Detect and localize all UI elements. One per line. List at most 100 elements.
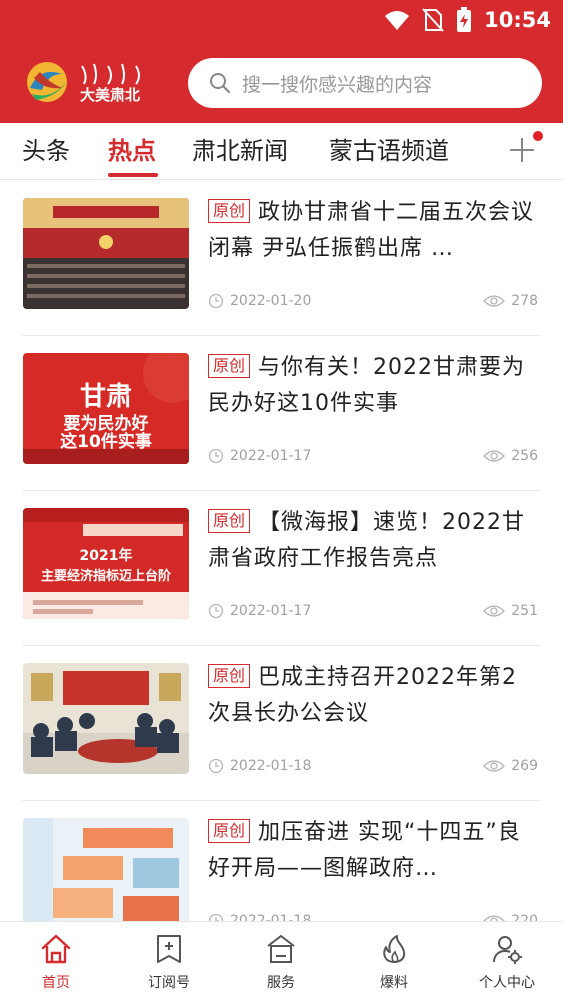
- list-item[interactable]: 甘肃 要为民办好 这10件实事 原创 与你有关！2022甘肃要为民办好这10件实事…: [22, 336, 541, 491]
- search-placeholder: 搜一搜你感兴趣的内容: [242, 73, 433, 96]
- article-date-text: 2022-01-20: [230, 293, 312, 309]
- original-badge: 原创: [208, 509, 251, 533]
- svg-text:大美肃北: 大美肃北: [80, 86, 140, 104]
- channel-tabs: 头条 热点 肃北新闻 蒙古语频道: [0, 123, 563, 180]
- no-sim-icon: [422, 8, 444, 32]
- article-date-text: 2022-01-17: [230, 603, 312, 619]
- article-thumbnail: 甘肃 要为民办好 这10件实事: [23, 353, 189, 464]
- new-indicator-dot: [533, 131, 543, 141]
- search-input[interactable]: 搜一搜你感兴趣的内容: [188, 58, 542, 108]
- article-list[interactable]: 原创 政协甘肃省十二届五次会议闭幕 尹弘任振鹤出席 … 2022-01-20 27…: [0, 181, 563, 921]
- article-meta: 2022-01-18 220: [208, 913, 538, 921]
- article-views-count: 269: [511, 758, 538, 774]
- article-views: 256: [483, 448, 538, 464]
- eye-icon: [483, 450, 506, 462]
- nav-report[interactable]: 爆料: [339, 930, 449, 996]
- svg-text:这10件实事: 这10件实事: [60, 431, 152, 452]
- article-views: 278: [483, 293, 538, 309]
- article-title-text: 【微海报】速览！2022甘肃省政府工作报告亮点: [208, 510, 526, 571]
- app-header: 10:54 大美肃北 搜一搜你感兴趣的内容: [0, 0, 563, 123]
- article-title-text: 加压奋进 实现“十四五”良好开局——图解政府…: [208, 820, 521, 881]
- article-title[interactable]: 原创 巴成主持召开2022年第2次县长办公会议: [208, 660, 538, 732]
- eye-icon: [483, 605, 506, 617]
- article-date: 2022-01-17: [208, 603, 311, 619]
- battery-charging-icon: [457, 7, 472, 32]
- list-item[interactable]: 原创 加压奋进 实现“十四五”良好开局——图解政府… 2022-01-18 220: [22, 801, 541, 921]
- nav-service-label: 服务: [267, 975, 295, 991]
- tab-subei-news[interactable]: 肃北新闻: [192, 133, 288, 171]
- list-item[interactable]: 原创 巴成主持召开2022年第2次县长办公会议 2022-01-18 269: [22, 646, 541, 801]
- eye-icon: [483, 295, 506, 307]
- article-date-text: 2022-01-17: [230, 448, 312, 464]
- search-icon: [210, 73, 231, 94]
- article-title-text: 巴成主持召开2022年第2次县长办公会议: [208, 665, 518, 726]
- article-title-text: 政协甘肃省十二届五次会议闭幕 尹弘任振鹤出席 …: [208, 200, 535, 261]
- nav-profile[interactable]: 个人中心: [452, 930, 562, 996]
- original-badge: 原创: [208, 354, 251, 378]
- article-date-text: 2022-01-18: [230, 913, 312, 921]
- status-bar: 10:54: [0, 0, 563, 40]
- article-views: 220: [483, 913, 538, 921]
- tab-headlines[interactable]: 头条: [22, 133, 70, 171]
- article-title[interactable]: 原创 政协甘肃省十二届五次会议闭幕 尹弘任振鹤出席 …: [208, 195, 538, 267]
- article-thumbnail: [23, 818, 189, 921]
- clock-icon: [208, 603, 224, 619]
- profile-icon: [493, 936, 522, 964]
- nav-home-label: 首页: [42, 975, 70, 991]
- article-date: 2022-01-18: [208, 913, 311, 921]
- list-item[interactable]: 原创 政协甘肃省十二届五次会议闭幕 尹弘任振鹤出席 … 2022-01-20 27…: [22, 181, 541, 336]
- wifi-icon: [385, 11, 410, 30]
- original-badge: 原创: [208, 664, 251, 688]
- article-thumbnail: [23, 198, 189, 309]
- article-views-count: 278: [511, 293, 538, 309]
- article-date: 2022-01-20: [208, 293, 311, 309]
- nav-home[interactable]: 首页: [1, 930, 111, 996]
- nav-service[interactable]: 服务: [226, 930, 336, 996]
- article-views-count: 256: [511, 448, 538, 464]
- article-title[interactable]: 原创 加压奋进 实现“十四五”良好开局——图解政府…: [208, 815, 538, 887]
- article-views: 251: [483, 603, 538, 619]
- article-meta: 2022-01-20 278: [208, 293, 538, 315]
- nav-report-label: 爆料: [380, 975, 408, 991]
- subscribe-icon: [157, 935, 181, 963]
- article-thumbnail: 2021年 主要经济指标迈上台阶: [23, 508, 189, 619]
- list-item[interactable]: 2021年 主要经济指标迈上台阶 原创 【微海报】速览！2022甘肃省政府工作报告…: [22, 491, 541, 646]
- article-meta: 2022-01-17 251: [208, 603, 538, 625]
- original-badge: 原创: [208, 199, 251, 223]
- nav-profile-label: 个人中心: [479, 975, 535, 991]
- article-title-text: 与你有关！2022甘肃要为民办好这10件实事: [208, 355, 526, 416]
- original-badge: 原创: [208, 819, 251, 843]
- clock-icon: [208, 293, 224, 309]
- article-views-count: 220: [511, 913, 538, 921]
- active-tab-indicator: [108, 173, 158, 177]
- svg-text:主要经济指标迈上台阶: 主要经济指标迈上台阶: [41, 568, 172, 584]
- home-icon: [41, 934, 71, 964]
- service-icon: [267, 935, 295, 963]
- clock-icon: [208, 913, 224, 921]
- tab-mongolian-channel[interactable]: 蒙古语频道: [329, 133, 449, 171]
- article-title[interactable]: 原创 与你有关！2022甘肃要为民办好这10件实事: [208, 350, 538, 422]
- article-views-count: 251: [511, 603, 538, 619]
- nav-subscribe[interactable]: 订阅号: [114, 930, 224, 996]
- report-icon: [383, 935, 406, 963]
- bottom-navigation: 首页 订阅号 服务 爆料 个人中心: [0, 921, 563, 1001]
- clock-icon: [208, 448, 224, 464]
- svg-text:2021年: 2021年: [80, 547, 133, 564]
- tab-hot[interactable]: 热点: [108, 133, 156, 171]
- eye-icon: [483, 760, 506, 772]
- add-channel-icon[interactable]: [508, 136, 536, 164]
- article-title[interactable]: 原创 【微海报】速览！2022甘肃省政府工作报告亮点: [208, 505, 538, 577]
- article-thumbnail: [23, 663, 189, 774]
- article-date: 2022-01-17: [208, 448, 311, 464]
- eye-icon: [483, 915, 506, 921]
- nav-subscribe-label: 订阅号: [148, 975, 190, 991]
- clock-icon: [208, 758, 224, 774]
- svg-text:甘肃: 甘肃: [80, 382, 132, 412]
- app-logo[interactable]: 大美肃北: [22, 60, 168, 106]
- article-meta: 2022-01-17 256: [208, 448, 538, 470]
- article-meta: 2022-01-18 269: [208, 758, 538, 780]
- svg-text:要为民办好: 要为民办好: [64, 413, 149, 434]
- article-views: 269: [483, 758, 538, 774]
- article-date: 2022-01-18: [208, 758, 311, 774]
- status-time: 10:54: [484, 8, 551, 32]
